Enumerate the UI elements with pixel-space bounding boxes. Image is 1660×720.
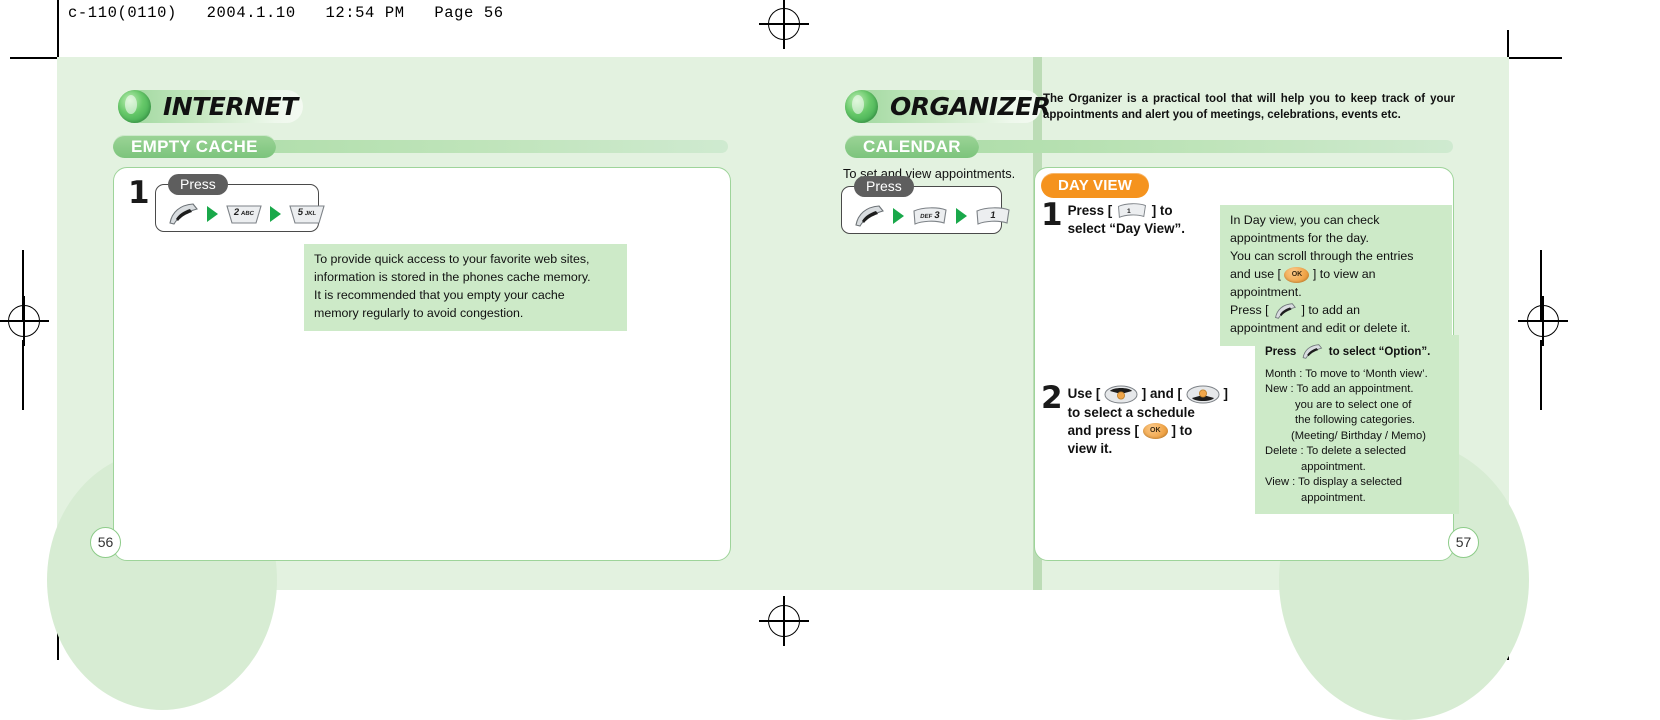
registration-target-bottom [759,596,809,646]
option-item: you are to select one of [1295,398,1412,411]
note-line: To provide quick access to your favorite… [314,252,590,266]
option-item: the following categories. [1295,414,1416,427]
arrow-icon [270,206,281,222]
page-number-left: 56 [90,527,121,558]
info-line: In Day view, you can check [1230,213,1380,227]
step-2-line2: to select a schedule [1067,405,1195,420]
option-box: Press to select “Option”. Month : To mov… [1255,335,1459,514]
info-line-6a: Press [ [1230,302,1269,317]
step-1-text: Press [ 1 ] to select “Day View”. [1068,202,1185,238]
key-icon-1: 1 [1116,202,1148,220]
option-heading-a: Press [1265,346,1297,359]
left-step-1: 1 [128,175,155,211]
option-item: New : To add an appointment. [1265,383,1414,396]
arrow-icon [956,208,967,224]
registration-target-top [759,0,809,49]
right-key-sequence: DEF 3 1 [852,205,1012,227]
info-line: appointment. [1230,284,1302,299]
organizer-intro-text: The Organizer is a practical tool that w… [1043,93,1455,122]
option-heading-b: to select “Option”. [1328,346,1431,359]
step-2-part3: ] [1223,386,1228,402]
step-2-part2: ] and [ [1141,386,1182,402]
step-2-text: Use [ ] and [ ] to select a schedule and… [1068,385,1228,457]
step-1-line2: select “Day View”. [1067,221,1185,237]
step-2-line3: and press [ ] to [1068,422,1228,440]
press-label: Press [854,176,914,197]
step-1-before: Press [ [1067,203,1113,218]
right-step-2: 2 Use [ ] and [] to select a schedule a… [1041,380,1251,457]
navigation-key-icon [1104,385,1138,404]
key-icon-5: 5 JKL [288,204,326,225]
section-title-internet: INTERNET [118,90,303,123]
pen-icon [1272,302,1298,319]
key-icon-3: DEF 3 [911,206,949,227]
subsection-label: EMPTY CACHE [113,135,276,158]
day-view-info-box: In Day view, you can check appointments … [1220,205,1452,346]
step-number: 1 [1041,197,1063,233]
manual-spread: c-110(0110) 2004.1.10 12:54 PM Page 56 I… [0,0,1660,720]
left-note-box: To provide quick access to your favorite… [304,244,627,331]
ok-key-icon [1284,266,1310,283]
info-line: You can scroll through the entries [1230,248,1414,263]
left-key-sequence: 2 ABC 5 JKL [166,203,326,225]
note-line: It is recommended that you empty your ca… [314,287,565,302]
section-title-organizer: ORGANIZER [845,90,1051,123]
right-step-1: 1 Press [ 1 ] to select “Day View”. [1041,197,1221,238]
info-line: appointments for the day. [1230,230,1369,245]
section-bullet-icon [845,90,878,123]
subsection-calendar: CALENDAR [845,135,1453,158]
registration-target-right [1518,296,1568,346]
info-line-4b: ] to view an [1312,266,1376,281]
option-item: appointment. [1301,460,1366,473]
arrow-icon [207,206,218,222]
crop-mark-right-mid-h2 [1540,340,1542,410]
arrow-icon [893,208,904,224]
print-header-text: c-110(0110) 2004.1.10 12:54 PM Page 56 [68,4,504,22]
svg-text:1: 1 [1127,209,1131,216]
step-2-line4: view it. [1067,440,1113,456]
key-icon-2: 2 ABC [225,204,263,225]
option-item: Delete : To delete a selected [1265,445,1406,458]
section-title-label: ORGANIZER [890,92,1051,121]
registration-target-left [0,296,49,346]
step-1-after: ] to [1151,203,1173,218]
option-item: appointment. [1301,491,1366,504]
step-2-line3b: ] to [1171,422,1193,438]
pen-icon [166,203,200,225]
pen-icon [852,205,886,227]
key-icon-1: 1 [974,206,1012,227]
option-item: Month : To move to ‘Month view’. [1265,367,1428,380]
section-bullet-icon [118,90,151,123]
note-line: information is stored in the phones cach… [314,269,591,284]
info-line-6b: ] to add an [1301,302,1361,317]
step-number: 1 [128,175,150,211]
crop-mark-left-mid-h2 [22,340,24,410]
right-press-box: Press DEF 3 1 [841,176,1010,234]
ok-key-icon [1142,423,1168,440]
step-2-part1: Use [ [1067,386,1101,402]
left-press-box: Press 2 ABC 5 JKL [155,174,325,232]
note-line: memory regularly to avoid congestion. [314,305,524,320]
option-item: (Meeting/ Birthday / Memo) [1291,429,1426,442]
info-line-with-icon: and use [ ] to view an [1230,266,1442,284]
info-line-4a: and use [ [1230,266,1281,281]
step-number: 2 [1041,380,1063,416]
info-line-with-icon: Press [ ] to add an [1230,302,1442,320]
pen-icon [1300,344,1326,360]
step-2-line3a: and press [ [1067,422,1140,438]
step-2-line1: Use [ ] and [ ] [1068,385,1228,404]
option-item: View : To display a selected [1265,476,1403,489]
press-label: Press [168,174,228,195]
subsection-label: CALENDAR [845,135,979,158]
page-number-right: 57 [1448,527,1479,558]
day-view-badge: DAY VIEW [1041,173,1150,198]
section-title-label: INTERNET [163,92,298,121]
option-heading: Press to select “Option”. [1265,344,1449,361]
subsection-empty-cache: EMPTY CACHE [113,135,728,158]
navigation-key-icon [1186,385,1220,404]
